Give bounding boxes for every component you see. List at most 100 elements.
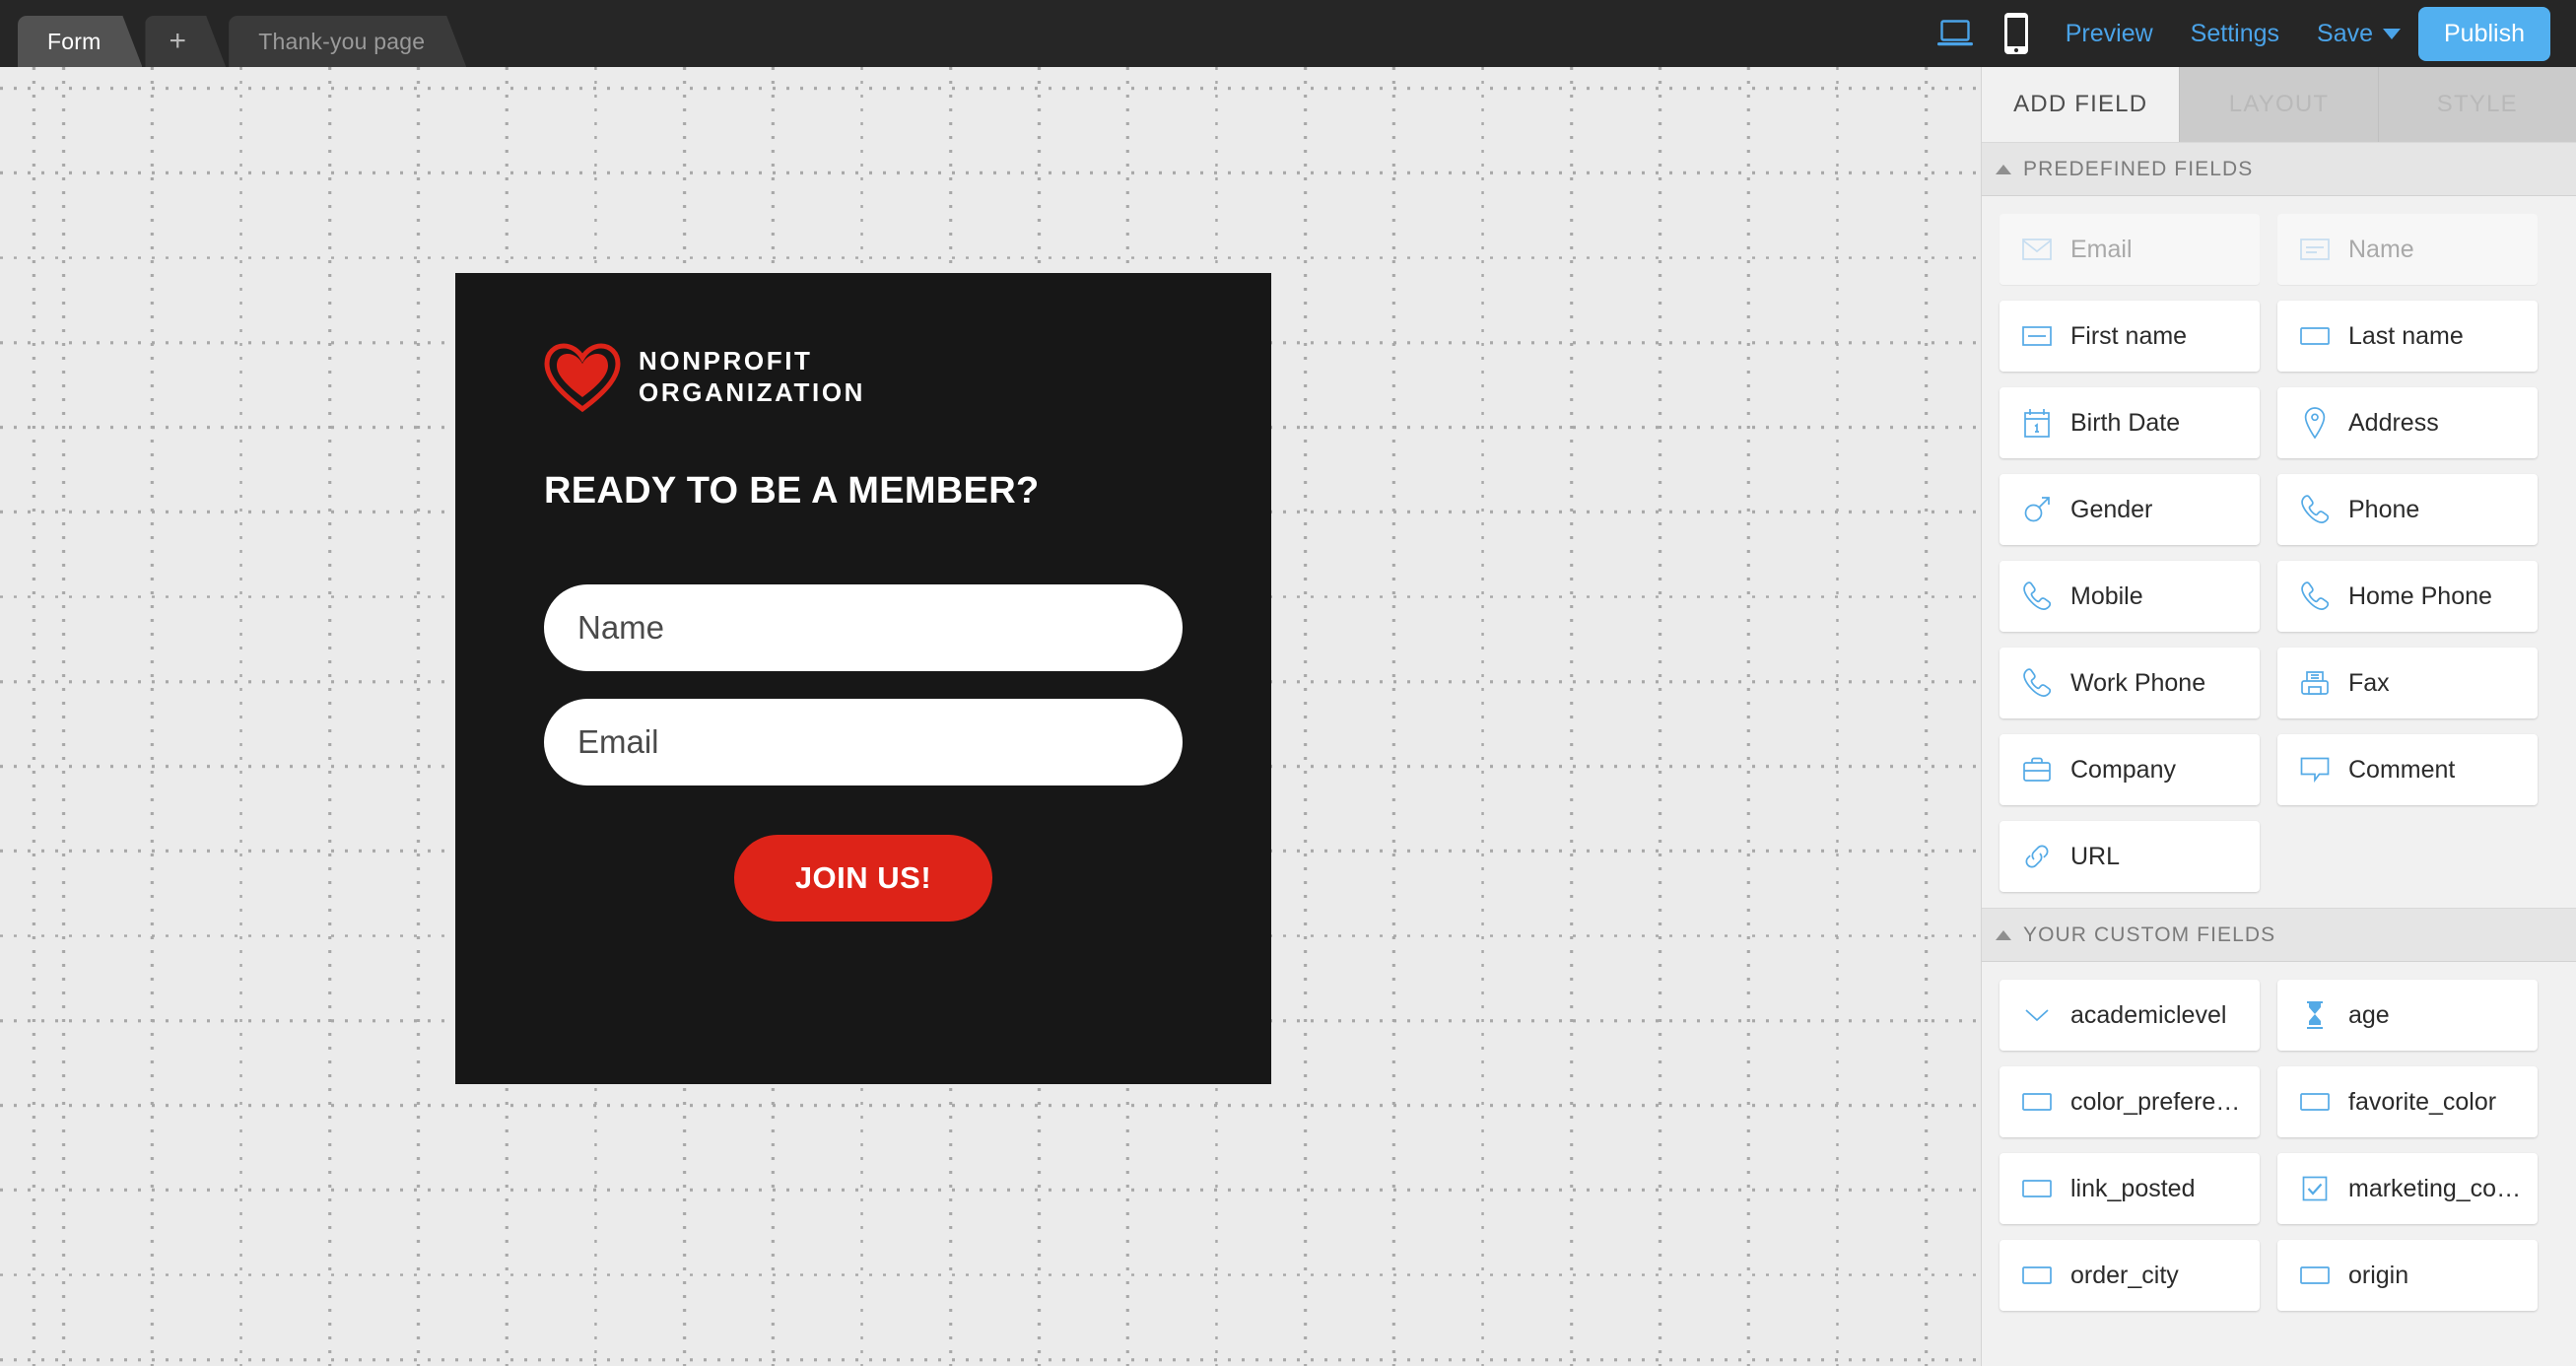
field-card-link-posted[interactable]: link_posted <box>2000 1153 2260 1224</box>
textfield-icon <box>2021 1086 2053 1118</box>
heart-icon <box>544 343 621 413</box>
field-card-label: Fax <box>2348 668 2390 697</box>
field-card-label: Comment <box>2348 755 2456 784</box>
textfield-icon <box>2021 1260 2053 1291</box>
chevron-down-icon[interactable] <box>2383 28 2401 39</box>
hourglass-icon <box>2299 999 2331 1031</box>
predefined-field-grid: Email Name First name Last name Birth Date Ad… <box>1982 196 2576 908</box>
field-card-company[interactable]: Company <box>2000 734 2260 805</box>
field-card-label: order_city <box>2070 1261 2179 1289</box>
tab-style[interactable]: STYLE <box>2378 67 2576 142</box>
field-card-order-city[interactable]: order_city <box>2000 1240 2260 1311</box>
desktop-icon <box>1936 20 1973 46</box>
mobile-icon <box>2003 13 2028 54</box>
mobile-view-button[interactable] <box>1986 0 2047 67</box>
textfield-icon <box>2299 320 2331 352</box>
publish-button[interactable]: Publish <box>2418 6 2550 61</box>
phone-icon <box>2299 494 2331 525</box>
fax-icon <box>2299 667 2331 699</box>
field-panel: ADD FIELD LAYOUT STYLE PREDEFINED FIELDS… <box>1981 67 2576 1366</box>
desktop-view-button[interactable] <box>1925 0 1986 67</box>
field-card-label: Gender <box>2070 495 2153 523</box>
field-card-label: Mobile <box>2070 581 2143 610</box>
form-canvas[interactable]: NONPROFIT ORGANIZATION READY TO BE A MEM… <box>0 67 1981 1366</box>
section-header-predefined-fields[interactable]: PREDEFINED FIELDS <box>1982 142 2576 196</box>
field-card-label: URL <box>2070 842 2121 870</box>
tab-layout[interactable]: LAYOUT <box>2180 67 2379 142</box>
textfield-line-icon <box>2021 320 2053 352</box>
phone-icon <box>2299 581 2331 612</box>
save-button[interactable]: Save <box>2298 20 2383 48</box>
form-preview-card[interactable]: NONPROFIT ORGANIZATION READY TO BE A MEM… <box>455 273 1271 1084</box>
panel-tab-strip: ADD FIELD LAYOUT STYLE <box>1982 67 2576 142</box>
logo-line-1: NONPROFIT <box>639 346 813 376</box>
name-input[interactable] <box>544 584 1183 671</box>
tab-add-field[interactable]: ADD FIELD <box>1982 67 2181 142</box>
field-card-gender[interactable]: Gender <box>2000 474 2260 545</box>
top-toolbar: Form + Thank-you page Preview Settings S… <box>0 0 2576 67</box>
phone-icon <box>2021 667 2053 699</box>
field-card-origin[interactable]: origin <box>2277 1240 2538 1311</box>
field-card-favorite-color[interactable]: favorite_color <box>2277 1066 2538 1137</box>
preview-button[interactable]: Preview <box>2047 20 2172 48</box>
briefcase-icon <box>2021 754 2053 785</box>
field-card-label: color_prefere… <box>2070 1087 2241 1116</box>
form-headline: READY TO BE A MEMBER? <box>544 470 1040 512</box>
add-page-button[interactable]: + <box>145 16 226 67</box>
field-card-comment[interactable]: Comment <box>2277 734 2538 805</box>
field-card-mobile[interactable]: Mobile <box>2000 561 2260 632</box>
field-card-label: link_posted <box>2070 1174 2196 1202</box>
page-tab-strip: Form + Thank-you page <box>18 12 469 67</box>
section-title: PREDEFINED FIELDS <box>2023 157 2254 180</box>
form-logo: NONPROFIT ORGANIZATION <box>544 342 1183 413</box>
checkbox-checked-icon <box>2299 1173 2331 1204</box>
field-card-age[interactable]: age <box>2277 980 2538 1051</box>
field-card-address[interactable]: Address <box>2277 387 2538 458</box>
triangle-up-icon <box>1996 929 2011 940</box>
field-card-url[interactable]: URL <box>2000 821 2260 892</box>
textfield-lines-icon <box>2299 234 2331 265</box>
field-card-marketing-co[interactable]: marketing_co… <box>2277 1153 2538 1224</box>
form-logo-text: NONPROFIT ORGANIZATION <box>639 346 865 408</box>
field-card-label: Last name <box>2348 321 2464 350</box>
textfield-icon <box>2299 1260 2331 1291</box>
field-card-label: Work Phone <box>2070 668 2206 697</box>
field-card-academiclevel[interactable]: academiclevel <box>2000 980 2260 1051</box>
field-card-label: Birth Date <box>2070 408 2181 437</box>
field-card-label: Email <box>2070 235 2133 263</box>
email-input[interactable] <box>544 699 1183 785</box>
field-card-label: Home Phone <box>2348 581 2492 610</box>
field-card-first-name[interactable]: First name <box>2000 301 2260 372</box>
settings-button[interactable]: Settings <box>2172 20 2298 48</box>
textfield-icon <box>2299 1086 2331 1118</box>
join-us-button[interactable]: JOIN US! <box>733 835 993 922</box>
toolbar-actions: Preview Settings Save Publish <box>1925 0 2550 67</box>
field-card-home-phone[interactable]: Home Phone <box>2277 561 2538 632</box>
logo-line-2: ORGANIZATION <box>639 377 866 407</box>
textfield-icon <box>2021 1173 2053 1204</box>
field-card-label: Phone <box>2348 495 2420 523</box>
field-card-last-name[interactable]: Last name <box>2277 301 2538 372</box>
field-card-label: marketing_co… <box>2348 1174 2522 1202</box>
triangle-up-icon <box>1996 164 2011 174</box>
custom-field-grid: academiclevel age color_prefere… favorite_c… <box>1982 962 2576 1327</box>
section-header-custom-fields[interactable]: YOUR CUSTOM FIELDS <box>1982 908 2576 962</box>
section-title: YOUR CUSTOM FIELDS <box>2023 922 2276 946</box>
calendar-icon <box>2021 407 2053 439</box>
field-card-label: favorite_color <box>2348 1087 2497 1116</box>
field-card-phone[interactable]: Phone <box>2277 474 2538 545</box>
link-icon <box>2021 841 2053 872</box>
form-submit-row: JOIN US! <box>544 835 1183 922</box>
field-card-label: Company <box>2070 755 2176 784</box>
speech-bubble-icon <box>2299 754 2331 785</box>
page-tab-thank-you[interactable]: Thank-you page <box>229 16 466 67</box>
field-card-birth-date[interactable]: Birth Date <box>2000 387 2260 458</box>
field-card-fax[interactable]: Fax <box>2277 648 2538 718</box>
field-card-work-phone[interactable]: Work Phone <box>2000 648 2260 718</box>
page-tab-form[interactable]: Form <box>18 16 142 67</box>
chevron-down-icon <box>2021 999 2053 1031</box>
field-card-color-prefere[interactable]: color_prefere… <box>2000 1066 2260 1137</box>
field-card-email: Email <box>2000 214 2260 285</box>
field-card-label: Address <box>2348 408 2439 437</box>
field-card-label: Name <box>2348 235 2414 263</box>
